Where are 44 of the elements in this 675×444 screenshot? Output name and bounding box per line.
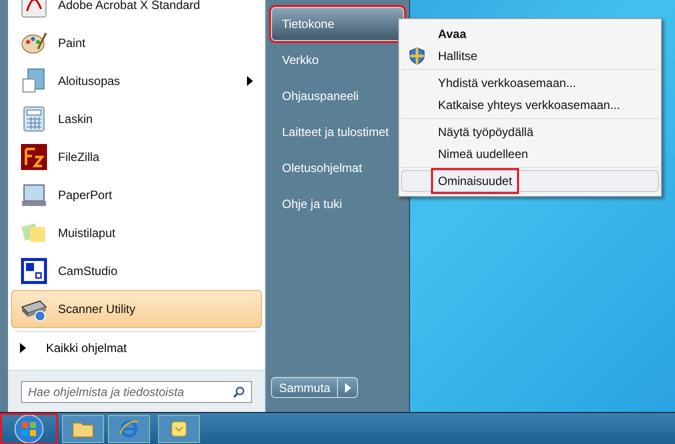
context-menu-item[interactable]: Katkaise yhteys verkkoasemaan... — [401, 94, 659, 116]
taskbar-button[interactable] — [108, 414, 150, 442]
search-icon — [233, 386, 245, 398]
program-icon — [20, 143, 48, 171]
program-item[interactable]: Adobe Acrobat X Standard — [11, 0, 262, 24]
context-menu-item[interactable]: Nimeä uudelleen — [401, 143, 659, 165]
taskbar-button[interactable] — [158, 414, 200, 442]
taskbar-button[interactable] — [62, 414, 104, 442]
menu-item-label: Hallitse — [437, 48, 478, 65]
caret-icon — [344, 382, 351, 392]
shutdown-options-button[interactable] — [338, 377, 358, 398]
context-menu-item[interactable]: Ominaisuudet — [401, 170, 659, 192]
submenu-arrow-icon — [247, 76, 253, 86]
shutdown-button[interactable]: Sammuta — [271, 377, 338, 398]
program-item[interactable]: FileZilla — [11, 138, 262, 176]
context-menu-item[interactable]: Hallitse — [401, 45, 659, 67]
program-item[interactable]: Paint — [11, 24, 262, 62]
menu-item-label: Avaa — [437, 26, 468, 43]
program-item[interactable]: PaperPort — [11, 176, 262, 214]
context-menu-item[interactable]: Näytä työpöydällä — [401, 121, 659, 143]
program-item[interactable]: Laskin — [11, 100, 262, 138]
menu-item-label: Katkaise yhteys verkkoasemaan... — [437, 97, 622, 114]
notes-icon — [170, 420, 188, 438]
folder-icon — [72, 420, 94, 438]
context-menu-item[interactable]: Yhdistä verkkoasemaan... — [401, 72, 659, 94]
shield-icon — [409, 47, 425, 65]
windows-orb-icon — [14, 414, 44, 444]
program-item[interactable]: Scanner Utility — [11, 290, 262, 328]
program-item[interactable]: Aloitusopas — [11, 62, 262, 100]
places-item[interactable]: Ohje ja tuki — [271, 187, 404, 221]
program-item[interactable]: Muistilaput — [11, 214, 262, 252]
places-item[interactable]: Tietokone — [271, 7, 404, 41]
menu-item-label: Nimeä uudelleen — [437, 146, 530, 163]
program-item[interactable]: CamStudio — [11, 252, 262, 290]
context-menu-item[interactable]: Avaa — [401, 23, 659, 45]
expand-arrow-icon — [20, 343, 26, 353]
program-icon — [20, 257, 48, 285]
browser-icon — [118, 418, 140, 440]
start-button[interactable] — [0, 412, 58, 444]
search-field[interactable]: Hae ohjelmista ja tiedostoista — [21, 380, 252, 402]
menu-item-label: Yhdistä verkkoasemaan... — [437, 75, 578, 92]
all-programs-item[interactable]: Kaikki ohjelmat — [8, 334, 265, 362]
all-programs-label: Kaikki ohjelmat — [46, 340, 127, 357]
menu-item-label: Näytä työpöydällä — [437, 124, 534, 141]
